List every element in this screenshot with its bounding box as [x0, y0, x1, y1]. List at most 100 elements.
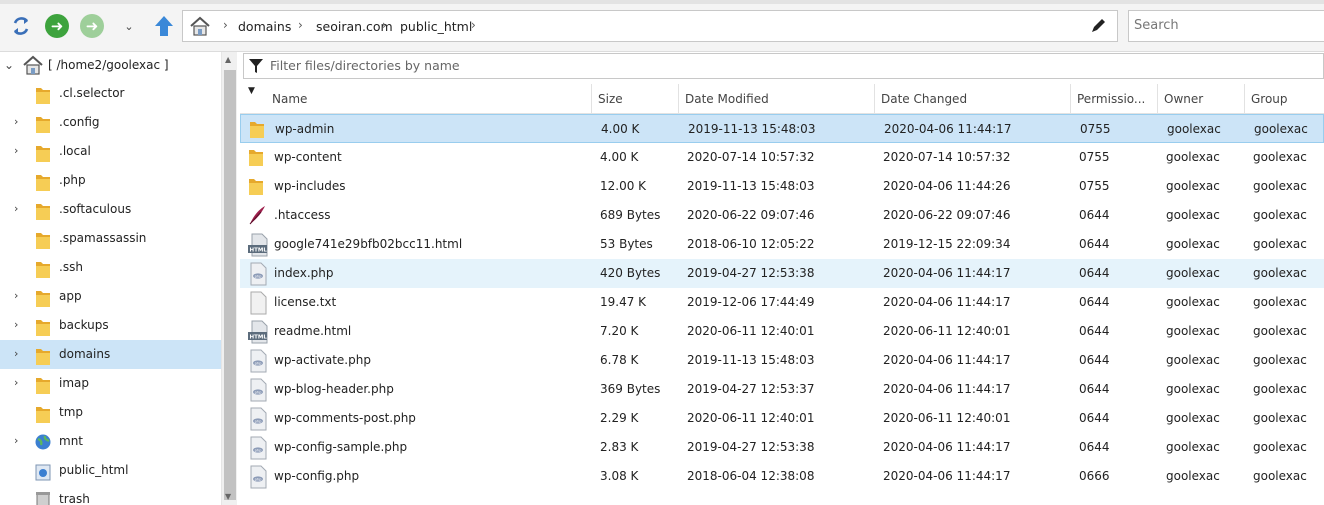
- tree-item-label: .softaculous: [59, 202, 132, 216]
- table-row[interactable]: HTML google741e29bfb02bcc11.html 53 Bytes 2…: [240, 230, 1324, 259]
- tree-item-tmp[interactable]: tmp: [0, 398, 221, 427]
- file-owner: goolexac: [1166, 237, 1220, 251]
- table-row[interactable]: php wp-blog-header.php 369 Bytes 2019-04-27…: [240, 375, 1324, 404]
- history-dropdown[interactable]: ⌄: [115, 12, 143, 40]
- up-button[interactable]: [150, 12, 178, 40]
- file-size: 2.29 K: [600, 411, 639, 425]
- column-size[interactable]: Size: [592, 84, 679, 114]
- column-permissions[interactable]: Permissio...: [1071, 84, 1158, 114]
- column-group[interactable]: Group: [1245, 84, 1324, 114]
- chevron-right-icon[interactable]: ›: [14, 289, 18, 302]
- table-row[interactable]: wp-admin 4.00 K 2019-11-13 15:48:03 2020-04…: [240, 114, 1324, 143]
- table-row[interactable]: php wp-activate.php 6.78 K 2019-11-13 15:48…: [240, 346, 1324, 375]
- chevron-right-icon[interactable]: ›: [14, 347, 18, 360]
- php-file-icon: php: [247, 378, 269, 405]
- file-changed: 2020-06-11 12:40:01: [883, 411, 1011, 425]
- tree-item-domains[interactable]: › domains: [0, 340, 221, 369]
- chevron-right-icon[interactable]: ›: [14, 376, 18, 389]
- chevron-right-icon: ›: [298, 18, 303, 32]
- tree-scrollbar[interactable]: ▲ ▼: [221, 52, 237, 505]
- file-changed: 2020-04-06 11:44:17: [883, 266, 1011, 280]
- svg-text:php: php: [255, 361, 263, 365]
- scrollbar-thumb[interactable]: [224, 70, 236, 500]
- svg-text:HTML: HTML: [250, 335, 268, 341]
- tree-item-label: .cl.selector: [59, 86, 125, 100]
- chevron-right-icon[interactable]: ›: [14, 115, 18, 128]
- file-perm: 0755: [1079, 150, 1110, 164]
- table-row[interactable]: .htaccess 689 Bytes 2020-06-22 09:07:46 202…: [240, 201, 1324, 230]
- tree-item-local[interactable]: › .local: [0, 137, 221, 166]
- file-changed: 2020-04-06 11:44:17: [883, 440, 1011, 454]
- sort-menu-icon[interactable]: ▼: [248, 86, 255, 96]
- chevron-right-icon[interactable]: ›: [14, 202, 18, 215]
- table-row[interactable]: php wp-config-sample.php 2.83 K 2019-04-27 …: [240, 433, 1324, 462]
- tree-item-backups[interactable]: › backups: [0, 311, 221, 340]
- chevron-right-icon[interactable]: ›: [14, 318, 18, 331]
- tree-item-label: mnt: [59, 434, 83, 448]
- home-icon[interactable]: [189, 15, 211, 40]
- file-perm: 0644: [1079, 324, 1110, 338]
- file-modified: 2019-11-13 15:48:03: [687, 353, 815, 367]
- table-row[interactable]: HTML readme.html 7.20 K 2020-06-11 12:40:01…: [240, 317, 1324, 346]
- file-size: 53 Bytes: [600, 237, 653, 251]
- table-row[interactable]: wp-includes 12.00 K 2019-11-13 15:48:03 202…: [240, 172, 1324, 201]
- table-row[interactable]: php wp-config.php 3.08 K 2018-06-04 12:38:0…: [240, 462, 1324, 491]
- refresh-button[interactable]: [7, 12, 35, 40]
- filter-bar[interactable]: Filter files/directories by name: [243, 53, 1324, 79]
- column-date-modified[interactable]: Date Modified: [679, 84, 875, 114]
- file-perm: 0666: [1079, 469, 1110, 483]
- table-row[interactable]: php wp-comments-post.php 2.29 K 2020-06-11 …: [240, 404, 1324, 433]
- tree-item-php[interactable]: .php: [0, 166, 221, 195]
- file-owner: goolexac: [1166, 150, 1220, 164]
- folder-icon: [34, 229, 52, 254]
- file-owner: goolexac: [1167, 122, 1221, 136]
- forward-button[interactable]: ➜: [78, 12, 106, 40]
- file-grid: ▼ Name Size Date Modified Date Changed P…: [240, 84, 1324, 505]
- scroll-down-icon[interactable]: ▼: [225, 492, 231, 501]
- tree-item-public-html[interactable]: public_html: [0, 456, 221, 485]
- table-row[interactable]: license.txt 19.47 K 2019-12-06 17:44:49 202…: [240, 288, 1324, 317]
- tree-item-ssh[interactable]: .ssh: [0, 253, 221, 282]
- tree-item-spamassassin[interactable]: .spamassassin: [0, 224, 221, 253]
- tree-item-trash[interactable]: trash: [0, 485, 221, 505]
- file-modified: 2019-11-13 15:48:03: [687, 179, 815, 193]
- tree-item-label: .ssh: [59, 260, 83, 274]
- column-owner[interactable]: Owner: [1158, 84, 1245, 114]
- file-group: goolexac: [1253, 382, 1307, 396]
- chevron-right-icon[interactable]: ›: [14, 434, 18, 447]
- breadcrumb-item[interactable]: domains: [238, 19, 291, 34]
- edit-path-icon[interactable]: [1089, 17, 1107, 38]
- chevron-right-icon[interactable]: ›: [14, 144, 18, 157]
- folder-icon: [34, 258, 52, 283]
- back-button[interactable]: ➜: [43, 12, 71, 40]
- tree-item-mnt[interactable]: › mnt: [0, 427, 221, 456]
- scroll-up-icon[interactable]: ▲: [225, 55, 231, 64]
- folder-icon: [34, 374, 52, 399]
- search-input[interactable]: Search: [1128, 10, 1324, 42]
- table-row[interactable]: php index.php 420 Bytes 2019-04-27 12:53:38…: [240, 259, 1324, 288]
- tree-root[interactable]: ⌄ [ /home2/goolexac ]: [0, 52, 221, 81]
- table-row[interactable]: wp-content 4.00 K 2020-07-14 10:57:32 2020-…: [240, 143, 1324, 172]
- file-modified: 2019-04-27 12:53:38: [687, 266, 815, 280]
- tree-item-app[interactable]: › app: [0, 282, 221, 311]
- tree-root-label: [ /home2/goolexac ]: [48, 58, 169, 72]
- file-name: .htaccess: [274, 208, 331, 222]
- file-changed: 2020-04-06 11:44:17: [883, 382, 1011, 396]
- tree-item-cl-selector[interactable]: .cl.selector: [0, 79, 221, 108]
- php-file-icon: php: [247, 465, 269, 492]
- column-name[interactable]: Name: [266, 84, 592, 114]
- file-owner: goolexac: [1166, 411, 1220, 425]
- breadcrumb-item[interactable]: public_html: [400, 19, 472, 34]
- column-date-changed[interactable]: Date Changed: [875, 84, 1071, 114]
- filter-input[interactable]: Filter files/directories by name: [270, 58, 460, 73]
- file-modified: 2020-06-11 12:40:01: [687, 324, 815, 338]
- tree-item-imap[interactable]: › imap: [0, 369, 221, 398]
- back-arrow-icon: ➜: [45, 14, 69, 38]
- tree-item-label: domains: [59, 347, 111, 361]
- tree-item-config[interactable]: › .config: [0, 108, 221, 137]
- tree-item-softaculous[interactable]: › .softaculous: [0, 195, 221, 224]
- chevron-down-icon[interactable]: ⌄: [4, 58, 14, 72]
- file-group: goolexac: [1253, 440, 1307, 454]
- address-bar[interactable]: › domains › seoiran.com › public_html ›: [182, 10, 1118, 42]
- file-name: google741e29bfb02bcc11.html: [274, 237, 463, 251]
